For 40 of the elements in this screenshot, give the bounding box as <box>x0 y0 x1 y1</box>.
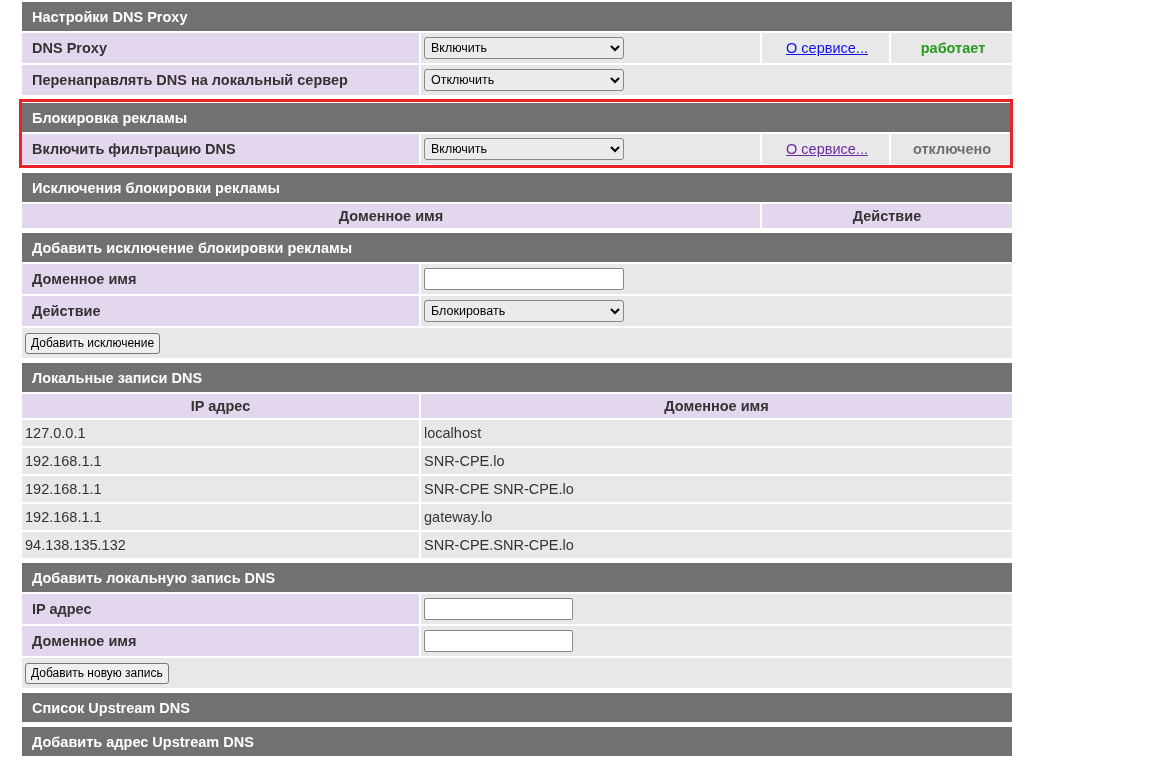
section-header: Локальные записи DNS <box>22 363 1012 392</box>
field-label: Доменное имя <box>22 626 419 656</box>
field-label: Перенаправлять DNS на локальный сервер <box>22 65 419 95</box>
add-button[interactable]: Добавить новую запись <box>25 662 169 684</box>
column-header: Доменное имя <box>421 394 1012 418</box>
section-header: Настройки DNS Proxy <box>22 2 1012 31</box>
section-header: Добавить адрес Upstream DNS <box>22 727 1012 756</box>
field-label: IP адрес <box>22 594 419 624</box>
input-field[interactable] <box>424 630 573 652</box>
dropdown[interactable]: Блокировать <box>424 300 624 322</box>
add-button[interactable]: Добавить исключение <box>25 332 161 354</box>
section-header: Добавить исключение блокировки рекламы <box>22 233 1012 262</box>
table-cell: 94.138.135.132 <box>22 532 419 558</box>
table-cell: 192.168.1.1 <box>22 476 419 502</box>
status-text: отключено <box>912 141 992 157</box>
section-header: Исключения блокировки рекламы <box>22 173 1012 202</box>
table-cell: SNR-CPE.lo <box>421 448 1012 474</box>
table-cell: 127.0.0.1 <box>22 420 419 446</box>
section-header: Блокировка рекламы <box>22 103 1010 132</box>
table-cell: SNR-CPE SNR-CPE.lo <box>421 476 1012 502</box>
column-header: IP адрес <box>22 394 419 418</box>
table-cell: localhost <box>421 420 1012 446</box>
table-cell: 192.168.1.1 <box>22 448 419 474</box>
section-header: Добавить локальную запись DNS <box>22 563 1012 592</box>
field-label: Доменное имя <box>22 264 419 294</box>
table-cell: gateway.lo <box>421 504 1012 530</box>
table-cell: 192.168.1.1 <box>22 504 419 530</box>
column-header: Действие <box>762 204 1012 228</box>
section-header: Список Upstream DNS <box>22 693 1012 722</box>
status-text: работает <box>920 40 986 56</box>
dropdown[interactable]: Отключить <box>424 69 624 91</box>
field-label: Действие <box>22 296 419 326</box>
table-cell: SNR-CPE.SNR-CPE.lo <box>421 532 1012 558</box>
field-label: DNS Proxy <box>22 33 419 63</box>
input-field[interactable] <box>424 598 573 620</box>
dropdown[interactable]: Включить <box>424 138 624 160</box>
input-field[interactable] <box>424 268 624 290</box>
column-header: Доменное имя <box>22 204 760 228</box>
dropdown[interactable]: Включить <box>424 37 624 59</box>
field-label: Включить фильтрацию DNS <box>22 134 419 164</box>
